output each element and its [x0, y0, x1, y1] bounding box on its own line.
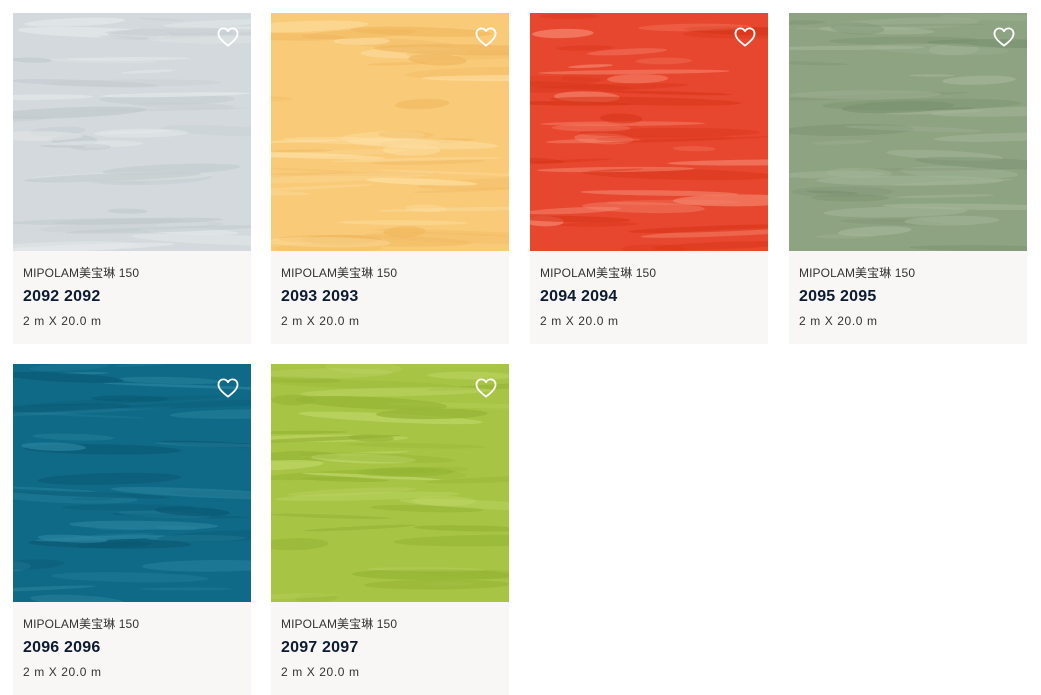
product-code[interactable]: 2097 2097 — [281, 638, 499, 658]
product-brand: MIPOLAM美宝琳 150 — [23, 266, 140, 280]
product-size: 2 m X 20.0 m — [281, 665, 360, 679]
vinyl-texture — [530, 13, 768, 251]
product-card[interactable]: MIPOLAM美宝琳 150 2097 2097 2 m X 20.0 m — [271, 364, 509, 695]
product-swatch-image[interactable] — [13, 13, 251, 251]
product-brand: MIPOLAM美宝琳 150 — [281, 266, 398, 280]
product-grid: MIPOLAM美宝琳 150 2092 2092 2 m X 20.0 m MI… — [0, 0, 1041, 695]
product-size: 2 m X 20.0 m — [281, 314, 360, 328]
favorite-button[interactable] — [475, 27, 497, 47]
product-info: MIPOLAM美宝琳 150 2095 2095 2 m X 20.0 m — [789, 251, 1027, 329]
heart-outline-icon — [475, 27, 497, 47]
favorite-button[interactable] — [734, 27, 756, 47]
product-swatch-image[interactable] — [789, 13, 1027, 251]
product-code[interactable]: 2095 2095 — [799, 287, 1017, 307]
product-brand: MIPOLAM美宝琳 150 — [799, 266, 916, 280]
product-size: 2 m X 20.0 m — [23, 314, 102, 328]
product-swatch-image[interactable] — [13, 364, 251, 602]
favorite-button[interactable] — [217, 27, 239, 47]
product-info: MIPOLAM美宝琳 150 2094 2094 2 m X 20.0 m — [530, 251, 768, 329]
product-info: MIPOLAM美宝琳 150 2092 2092 2 m X 20.0 m — [13, 251, 251, 329]
favorite-button[interactable] — [475, 378, 497, 398]
product-swatch-image[interactable] — [530, 13, 768, 251]
product-code[interactable]: 2092 2092 — [23, 287, 241, 307]
product-card[interactable]: MIPOLAM美宝琳 150 2092 2092 2 m X 20.0 m — [13, 13, 251, 344]
heart-outline-icon — [993, 27, 1015, 47]
product-size: 2 m X 20.0 m — [799, 314, 878, 328]
favorite-button[interactable] — [993, 27, 1015, 47]
product-brand: MIPOLAM美宝琳 150 — [281, 617, 398, 631]
product-size: 2 m X 20.0 m — [540, 314, 619, 328]
product-card[interactable]: MIPOLAM美宝琳 150 2095 2095 2 m X 20.0 m — [789, 13, 1027, 344]
vinyl-texture — [13, 17, 251, 251]
product-brand: MIPOLAM美宝琳 150 — [23, 617, 140, 631]
product-info: MIPOLAM美宝琳 150 2096 2096 2 m X 20.0 m — [13, 602, 251, 680]
product-code[interactable]: 2096 2096 — [23, 638, 241, 658]
product-swatch-image[interactable] — [271, 364, 509, 602]
product-code[interactable]: 2094 2094 — [540, 287, 758, 307]
vinyl-texture — [271, 20, 509, 251]
vinyl-texture — [789, 13, 1027, 251]
product-swatch-image[interactable] — [271, 13, 509, 251]
product-code[interactable]: 2093 2093 — [281, 287, 499, 307]
vinyl-texture — [13, 364, 251, 602]
heart-outline-icon — [734, 27, 756, 47]
heart-outline-icon — [475, 378, 497, 398]
product-card[interactable]: MIPOLAM美宝琳 150 2094 2094 2 m X 20.0 m — [530, 13, 768, 344]
heart-outline-icon — [217, 378, 239, 398]
product-card[interactable]: MIPOLAM美宝琳 150 2093 2093 2 m X 20.0 m — [271, 13, 509, 344]
vinyl-texture — [271, 364, 509, 602]
product-info: MIPOLAM美宝琳 150 2093 2093 2 m X 20.0 m — [271, 251, 509, 329]
product-size: 2 m X 20.0 m — [23, 665, 102, 679]
product-info: MIPOLAM美宝琳 150 2097 2097 2 m X 20.0 m — [271, 602, 509, 680]
product-brand: MIPOLAM美宝琳 150 — [540, 266, 657, 280]
product-card[interactable]: MIPOLAM美宝琳 150 2096 2096 2 m X 20.0 m — [13, 364, 251, 695]
heart-outline-icon — [217, 27, 239, 47]
favorite-button[interactable] — [217, 378, 239, 398]
